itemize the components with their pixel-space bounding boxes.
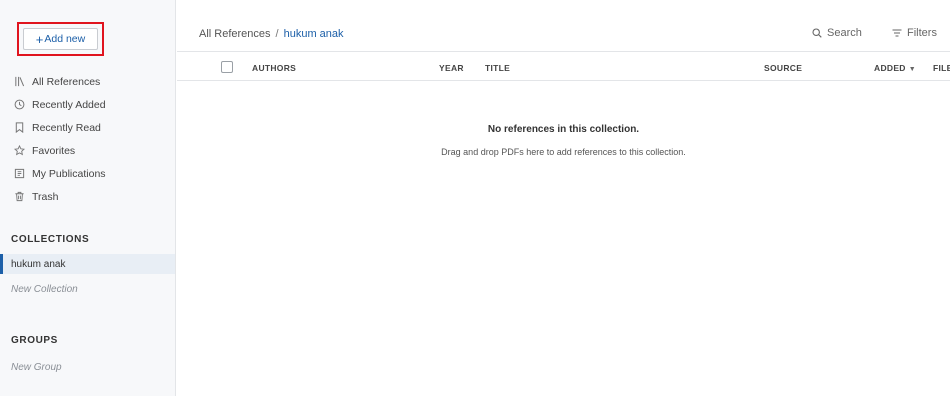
sidebar-item-label: All References: [32, 75, 101, 88]
clock-icon: [13, 99, 25, 111]
top-bar: All References / hukum anak Search Filters: [177, 8, 950, 52]
select-all-checkbox[interactable]: [221, 61, 233, 73]
search-icon: [812, 28, 822, 38]
sidebar-nav: All References Recently Added Recently R…: [0, 70, 176, 208]
groups-heading: GROUPS: [11, 335, 58, 346]
sidebar-item-label: Recently Added: [32, 98, 106, 111]
breadcrumb-separator: /: [275, 28, 279, 40]
empty-state-subtitle: Drag and drop PDFs here to add reference…: [441, 147, 686, 157]
column-header-added[interactable]: ADDED ▼: [874, 63, 916, 73]
sidebar-item-label: Favorites: [32, 144, 76, 157]
library-icon: [13, 76, 25, 88]
sidebar-item-recently-added[interactable]: Recently Added: [0, 93, 176, 116]
breadcrumb-current: hukum anak: [283, 28, 344, 40]
sidebar-item-label: Trash: [32, 190, 59, 203]
publications-icon: [13, 168, 25, 180]
column-header-title[interactable]: TITLE: [485, 63, 510, 73]
main-panel: All References / hukum anak Search Filters…: [177, 0, 950, 396]
star-icon: [13, 145, 25, 157]
sidebar-item-trash[interactable]: Trash: [0, 185, 176, 208]
new-collection-link[interactable]: New Collection: [11, 284, 78, 295]
sidebar-item-label: Recently Read: [32, 121, 101, 134]
collection-label: hukum anak: [11, 258, 66, 270]
sidebar: + Add new All References Recently Added: [0, 0, 176, 396]
sidebar-item-all-references[interactable]: All References: [0, 70, 176, 93]
breadcrumb: All References / hukum anak: [199, 28, 344, 40]
add-new-button[interactable]: + Add new: [23, 28, 98, 50]
collections-heading: COLLECTIONS: [11, 234, 90, 245]
add-new-label: Add new: [44, 33, 86, 45]
collection-item-hukum-anak[interactable]: hukum anak: [0, 254, 175, 274]
new-group-link[interactable]: New Group: [11, 362, 62, 373]
column-header-file[interactable]: FILE: [933, 63, 950, 73]
table-header: AUTHORS YEAR TITLE SOURCE ADDED ▼ FILE: [177, 53, 950, 81]
sidebar-item-my-publications[interactable]: My Publications: [0, 162, 176, 185]
sidebar-item-favorites[interactable]: Favorites: [0, 139, 176, 162]
filters-label: Filters: [907, 27, 937, 39]
sidebar-item-recently-read[interactable]: Recently Read: [0, 116, 176, 139]
bookmark-icon: [13, 122, 25, 134]
filters-button[interactable]: Filters: [892, 27, 937, 39]
column-header-authors[interactable]: AUTHORS: [252, 63, 296, 73]
trash-icon: [13, 191, 25, 203]
sidebar-item-label: My Publications: [32, 167, 106, 180]
search-button[interactable]: Search: [812, 27, 862, 39]
sort-descending-icon: ▼: [908, 66, 916, 73]
app-window: + Add new All References Recently Added: [0, 0, 950, 396]
filter-icon: [892, 29, 902, 37]
column-header-source[interactable]: SOURCE: [764, 63, 802, 73]
search-label: Search: [827, 27, 862, 39]
column-header-added-label: ADDED: [874, 63, 906, 73]
column-header-year[interactable]: YEAR: [439, 63, 464, 73]
plus-icon: +: [35, 31, 44, 47]
empty-state-title: No references in this collection.: [487, 124, 640, 135]
breadcrumb-root[interactable]: All References: [199, 28, 271, 40]
